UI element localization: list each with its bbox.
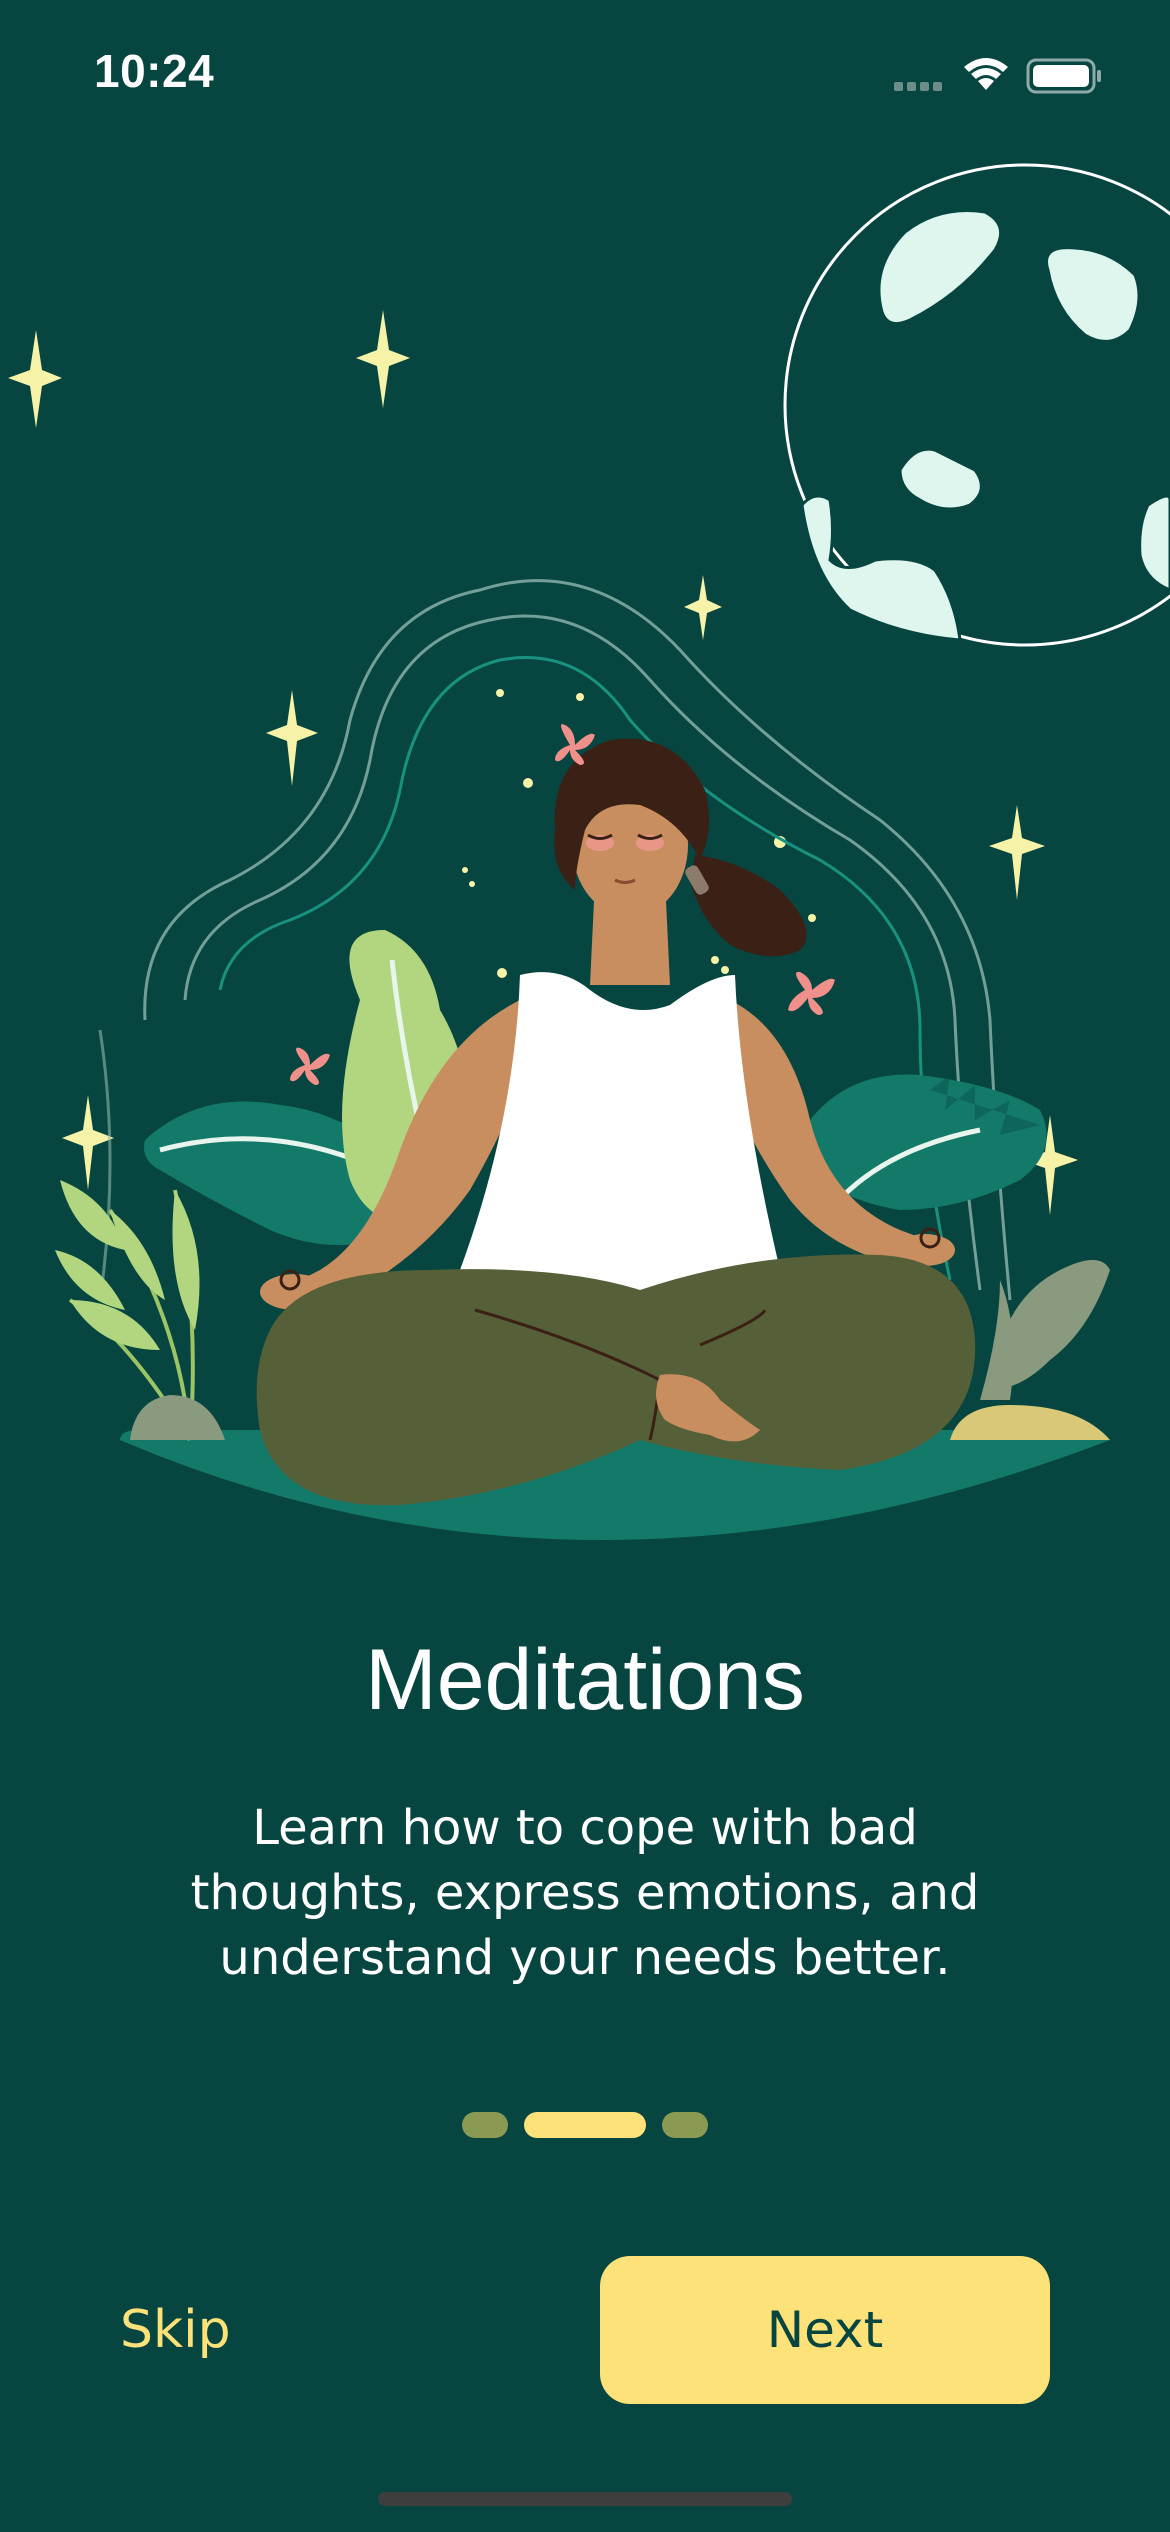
page-dot[interactable]: [662, 2112, 708, 2138]
next-button[interactable]: Next: [600, 2256, 1050, 2404]
page-description: Learn how to cope with bad thoughts, exp…: [190, 1800, 980, 1986]
page-dot[interactable]: [462, 2112, 508, 2138]
page-indicator: [0, 2112, 1170, 2138]
skip-button[interactable]: Skip: [120, 2300, 231, 2360]
page-title: Meditations: [365, 1632, 805, 1728]
meditating-woman-illustration: [8, 163, 1170, 1540]
page-dot-active[interactable]: [524, 2112, 646, 2138]
home-indicator[interactable]: [378, 2492, 792, 2506]
planet-icon: [783, 163, 1170, 647]
